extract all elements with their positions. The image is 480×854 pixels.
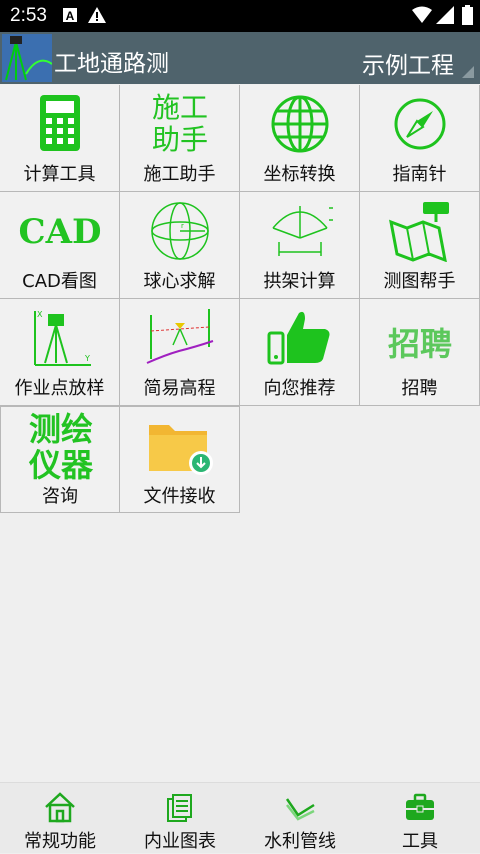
tool-recruit[interactable]: 招聘 招聘 — [360, 299, 480, 406]
tool-label: CAD看图 — [22, 271, 97, 292]
sphere-icon: r — [145, 198, 215, 262]
svg-text:A: A — [66, 9, 75, 23]
tool-simple-elevation[interactable]: 简易高程 — [120, 299, 240, 406]
warning-icon — [88, 7, 106, 27]
tool-label: 球心求解 — [143, 271, 216, 292]
app-title: 工地通路测 — [54, 50, 169, 76]
tool-label: 坐标转换 — [263, 164, 336, 185]
tool-coordinate-convert[interactable]: 坐标转换 — [240, 85, 360, 192]
documents-icon — [164, 791, 196, 823]
tool-consult[interactable]: 测绘 仪器 咨询 — [0, 406, 120, 513]
tool-label: 拱架计算 — [263, 271, 336, 292]
home-icon — [44, 791, 76, 823]
elevation-icon — [145, 305, 215, 369]
map-helper-icon — [385, 198, 455, 263]
tool-label: 向您推荐 — [263, 378, 336, 399]
nav-tools[interactable]: 工具 — [360, 783, 480, 854]
recruit-icon: 招聘 — [375, 305, 465, 369]
tool-label: 招聘 — [401, 378, 438, 399]
battery-icon — [462, 5, 473, 29]
svg-text:r: r — [181, 222, 184, 230]
tool-label: 测图帮手 — [383, 271, 456, 292]
wifi-icon — [412, 6, 432, 28]
tool-file-receive[interactable]: 文件接收 — [120, 406, 240, 513]
tool-label: 施工助手 — [143, 164, 216, 185]
tool-cad-viewer[interactable]: CAD CAD看图 — [0, 192, 120, 299]
dropdown-corner-icon[interactable] — [462, 66, 474, 78]
nav-label: 工具 — [402, 831, 438, 852]
nav-label: 内业图表 — [144, 831, 216, 852]
notification-a-icon: A — [62, 7, 78, 27]
tool-label: 简易高程 — [143, 378, 216, 399]
tool-map-helper[interactable]: 测图帮手 — [360, 192, 480, 299]
pipeline-icon — [284, 791, 316, 823]
signal-icon — [436, 6, 454, 28]
status-bar: 2:53 A — [0, 0, 480, 32]
status-time: 2:53 — [10, 5, 47, 26]
globe-icon — [265, 91, 335, 155]
icon-text: CAD — [18, 212, 102, 252]
calculator-icon — [25, 91, 95, 155]
icon-text-line2: 助手 — [151, 123, 208, 156]
tool-stakeout[interactable]: X Y 作业点放样 — [0, 299, 120, 406]
toolbox-icon — [404, 791, 436, 823]
tool-arch-calc[interactable]: 拱架计算 — [240, 192, 360, 299]
folder-download-icon — [145, 413, 215, 477]
svg-text:X: X — [37, 310, 43, 319]
tool-label: 咨询 — [42, 486, 78, 507]
nav-water-pipeline[interactable]: 水利管线 — [240, 783, 360, 854]
tool-label: 计算工具 — [23, 164, 96, 185]
icon-text-line1: 施工 — [151, 91, 208, 124]
tool-compass[interactable]: 指南针 — [360, 85, 480, 192]
compass-icon — [385, 91, 455, 155]
icon-text: 招聘 — [387, 325, 452, 363]
construction-assistant-icon: 施工 助手 — [140, 91, 220, 155]
tool-label: 作业点放样 — [14, 378, 105, 399]
instrument-icon: 测绘 仪器 — [16, 410, 106, 483]
cad-icon: CAD — [15, 198, 105, 262]
tool-label: 指南针 — [392, 164, 447, 185]
bottom-navigation: 常规功能 内业图表 水利管线 工具 — [0, 782, 480, 853]
tool-recommend[interactable]: 向您推荐 — [240, 299, 360, 406]
tool-calculator[interactable]: 计算工具 — [0, 85, 120, 192]
tool-construction-assistant[interactable]: 施工 助手 施工助手 — [120, 85, 240, 192]
arch-icon — [265, 198, 335, 262]
stakeout-icon: X Y — [25, 305, 95, 369]
tool-sphere-center[interactable]: r 球心求解 — [120, 192, 240, 299]
tool-label: 文件接收 — [143, 486, 216, 507]
nav-label: 水利管线 — [264, 831, 336, 852]
icon-text-line1: 测绘 — [28, 410, 93, 448]
thumbs-up-icon — [265, 305, 335, 369]
nav-general[interactable]: 常规功能 — [0, 783, 120, 854]
app-logo-icon — [2, 34, 53, 82]
svg-text:Y: Y — [84, 354, 90, 363]
nav-office-charts[interactable]: 内业图表 — [120, 783, 240, 854]
app-bar: 工地通路测 示例工程 — [0, 32, 480, 84]
nav-label: 常规功能 — [24, 831, 96, 852]
icon-text-line2: 仪器 — [28, 446, 93, 484]
project-selector[interactable]: 示例工程 — [362, 46, 454, 80]
